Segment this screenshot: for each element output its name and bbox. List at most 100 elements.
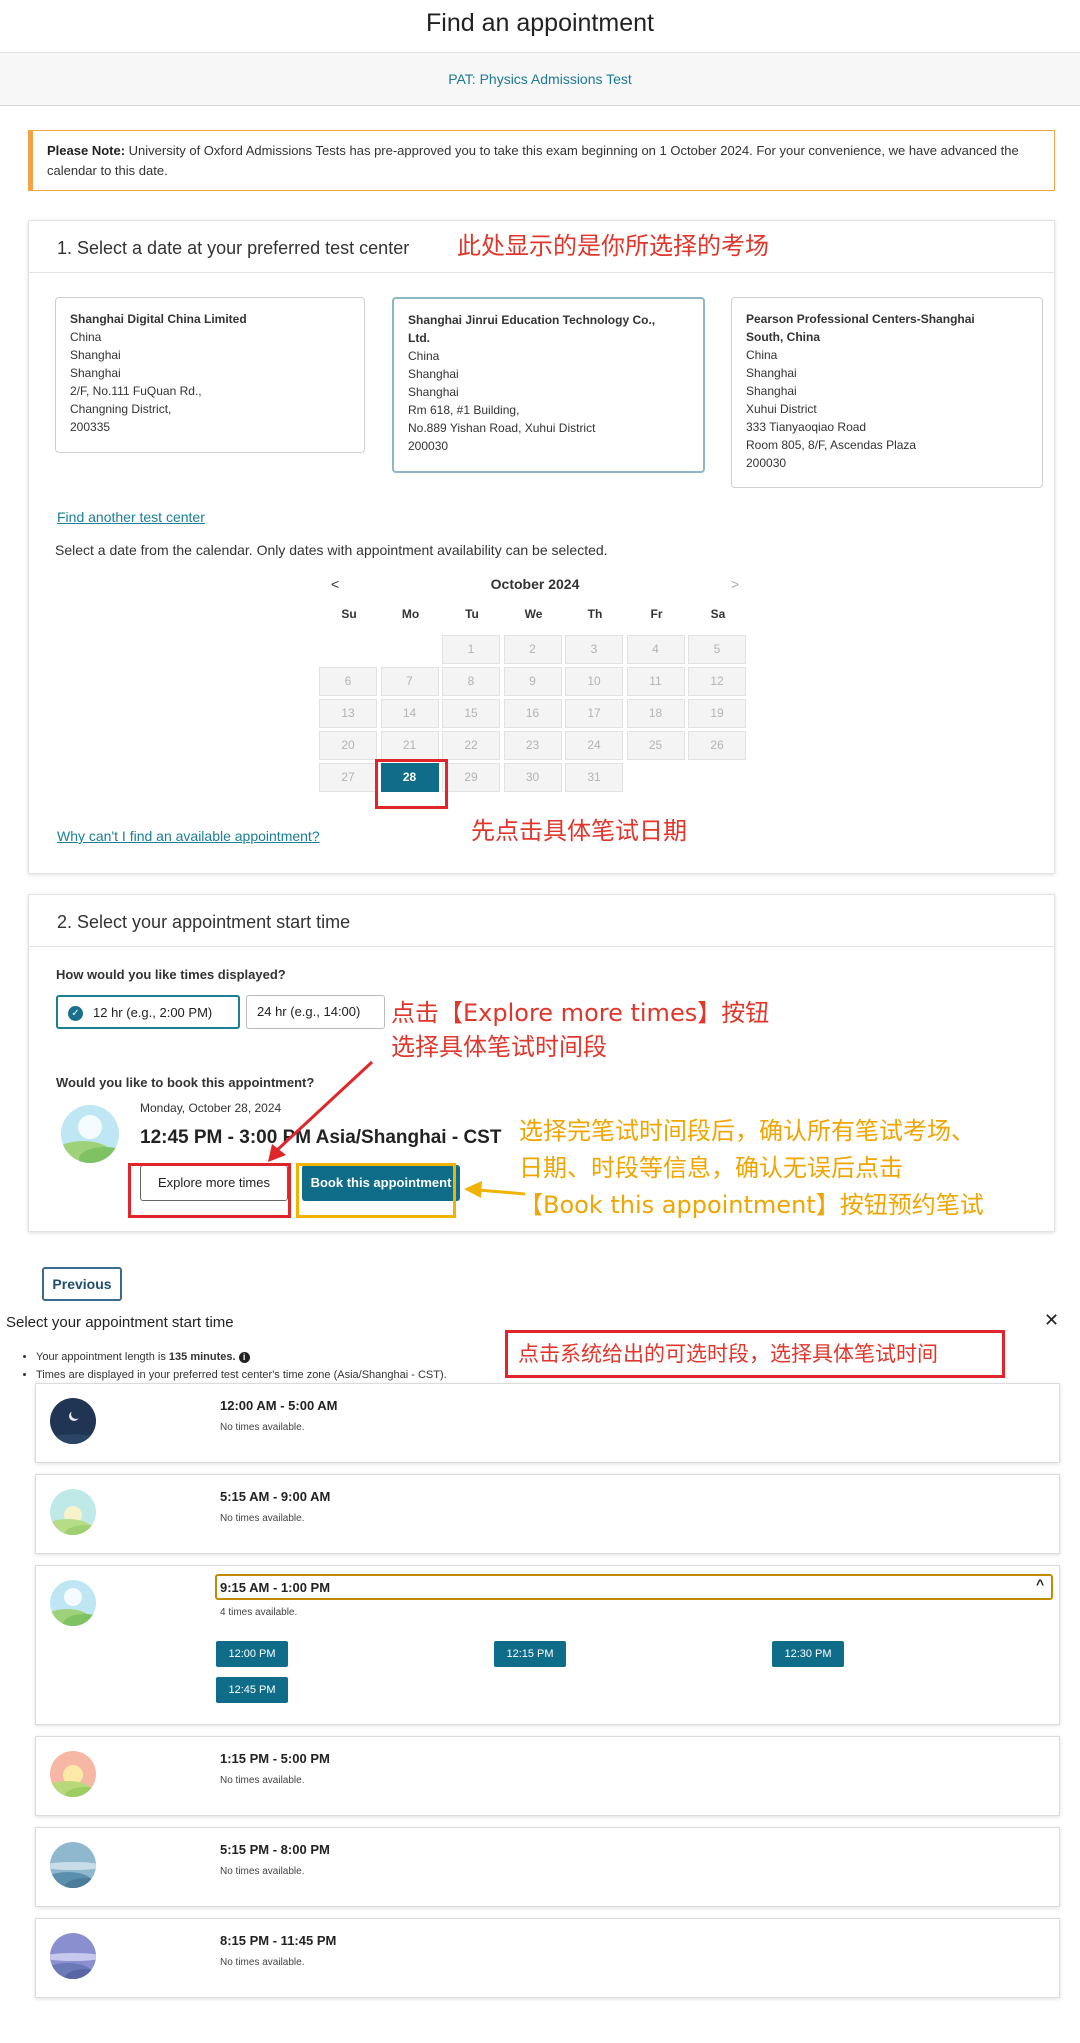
chevron-up-icon[interactable]: ^ <box>1036 1576 1044 1592</box>
test-center-card-0[interactable]: Shanghai Digital China Limited China Sha… <box>55 297 365 453</box>
calendar-day: 27 <box>319 763 377 792</box>
previous-button[interactable]: Previous <box>42 1267 122 1301</box>
center-line: Room 805, 8/F, Ascendas Plaza <box>746 438 917 452</box>
center-name-2: Ltd. <box>408 331 430 345</box>
center-name-2: South, China <box>746 330 820 344</box>
close-icon[interactable]: ✕ <box>1044 1310 1059 1331</box>
center-line: 200335 <box>70 420 111 434</box>
time-slot-early-morning[interactable]: 5:15 AM - 9:00 AM No times available. <box>35 1474 1060 1554</box>
center-line: Shanghai <box>746 384 797 398</box>
slot-header-focused[interactable] <box>215 1574 1053 1600</box>
time-button-1200[interactable]: 12:00 PM <box>216 1641 288 1667</box>
center-line: 200030 <box>746 456 787 470</box>
highlight-date-box <box>375 759 448 809</box>
panel-info-list: Your appointment length is 135 minutes. … <box>20 1348 447 1384</box>
length-text: Your appointment length is <box>36 1351 169 1363</box>
calendar-day: 31 <box>565 763 623 792</box>
appointment-time: 12:45 PM - 3:00 PM Asia/Shanghai - CST <box>140 1127 502 1148</box>
slot-range: 12:00 AM - 5:00 AM <box>220 1398 338 1413</box>
center-line: Rm 618, #1 Building, <box>408 403 520 417</box>
weekday-label: Su <box>341 607 357 621</box>
late-evening-icon <box>50 1933 96 1979</box>
time-button-1245[interactable]: 12:45 PM <box>216 1677 288 1703</box>
time-slot-afternoon[interactable]: 1:15 PM - 5:00 PM No times available. <box>35 1736 1060 1816</box>
slot-range: 1:15 PM - 5:00 PM <box>220 1751 330 1766</box>
center-line: Shanghai <box>70 348 121 362</box>
test-center-list: Shanghai Digital China Limited China Sha… <box>55 297 1043 497</box>
format-12hr-option[interactable]: ✓ 12 hr (e.g., 2:00 PM) <box>56 995 240 1029</box>
center-line: 2/F, No.111 FuQuan Rd., <box>70 384 202 398</box>
annotation-explore-1: 点击【Explore more times】按钮 <box>391 999 770 1027</box>
center-line: No.889 Yishan Road, Xuhui District <box>408 421 596 435</box>
calendar-day: 4 <box>626 635 685 664</box>
calendar-day: 22 <box>442 731 500 760</box>
slot-availability: No times available. <box>220 1422 305 1433</box>
annotation-panel: 点击系统给出的可选时段，选择具体笔试时间 <box>505 1330 1005 1378</box>
time-slot-late-evening[interactable]: 8:15 PM - 11:45 PM No times available. <box>35 1918 1060 1998</box>
section1-header: 1. Select a date at your preferred test … <box>29 221 1054 273</box>
weekday-label: We <box>524 607 543 621</box>
center-name: Pearson Professional Centers-Shanghai <box>746 312 975 326</box>
find-another-center-link[interactable]: Find another test center <box>57 509 205 525</box>
calendar-day: 5 <box>688 635 746 664</box>
calendar-day: 3 <box>565 635 623 664</box>
calendar-next-button[interactable]: > <box>731 576 739 592</box>
exam-name-bar: PAT: Physics Admissions Test <box>0 52 1080 106</box>
calendar-day: 10 <box>565 667 623 696</box>
slot-range: 5:15 PM - 8:00 PM <box>220 1842 330 1857</box>
center-line: 333 Tianyaoqiao Road <box>746 420 867 434</box>
night-moon-icon <box>50 1398 96 1444</box>
format-24hr-label: 24 hr (e.g., 14:00) <box>257 1004 361 1019</box>
center-line: 200030 <box>408 439 449 453</box>
annotation-explore-2: 选择具体笔试时间段 <box>391 1033 607 1061</box>
center-line: China <box>408 349 440 363</box>
calendar-day: 18 <box>626 699 685 728</box>
info-icon[interactable]: i <box>238 1351 250 1363</box>
slot-availability: No times available. <box>220 1957 305 1968</box>
time-slot-evening[interactable]: 5:15 PM - 8:00 PM No times available. <box>35 1827 1060 1907</box>
morning-sun-icon <box>50 1580 96 1626</box>
check-icon: ✓ <box>68 1006 83 1022</box>
appointment-date: Monday, October 28, 2024 <box>140 1101 282 1115</box>
center-line: Xuhui District <box>746 402 817 416</box>
center-name: Shanghai Digital China Limited <box>70 312 247 326</box>
calendar-day: 29 <box>442 763 500 792</box>
weekday-label: Mo <box>401 607 420 621</box>
slot-availability: No times available. <box>220 1866 305 1877</box>
why-no-appointment-link[interactable]: Why can't I find an available appointmen… <box>57 828 320 844</box>
calendar-day: 26 <box>688 731 746 760</box>
calendar-day: 21 <box>380 731 439 760</box>
center-line: China <box>70 330 102 344</box>
calendar-day: 13 <box>319 699 377 728</box>
slot-availability: 4 times available. <box>220 1607 298 1618</box>
calendar: < October 2024 > Su Mo Tu We Th Fr Sa 12345678… <box>319 573 751 792</box>
annotation-book-1: 选择完笔试时间段后，确认所有笔试考场、 <box>519 1117 975 1145</box>
appointment-length-item: Your appointment length is 135 minutes. … <box>36 1348 447 1366</box>
calendar-month-label: October 2024 <box>490 576 580 592</box>
slot-range: 8:15 PM - 11:45 PM <box>220 1933 337 1948</box>
weekday-label: Th <box>587 607 603 621</box>
weekday-label: Fr <box>650 607 663 621</box>
highlight-explore-box <box>128 1163 291 1218</box>
time-button-1215[interactable]: 12:15 PM <box>494 1641 566 1667</box>
time-slot-night[interactable]: 12:00 AM - 5:00 AM No times available. <box>35 1383 1060 1463</box>
center-name: Shanghai Jinrui Education Technology Co.… <box>408 313 656 327</box>
section2-header: 2. Select your appointment start time <box>29 895 1054 947</box>
page-title: Find an appointment <box>426 9 654 37</box>
time-slot-morning-expanded[interactable]: 9:15 AM - 1:00 PM ^ 4 times available. 1… <box>35 1565 1060 1725</box>
test-center-card-2[interactable]: Pearson Professional Centers-Shanghai So… <box>731 297 1043 488</box>
timezone-item: Times are displayed in your preferred te… <box>36 1366 447 1384</box>
note-label: Please Note: <box>47 143 126 158</box>
calendar-day: 15 <box>442 699 500 728</box>
highlight-book-box <box>296 1163 456 1218</box>
annotation-book-3: 【Book this appointment】按钮预约笔试 <box>519 1191 984 1219</box>
note-text: University of Oxford Admissions Tests ha… <box>47 143 1019 178</box>
time-button-1230[interactable]: 12:30 PM <box>772 1641 844 1667</box>
annotation-click-date: 先点击具体笔试日期 <box>471 817 687 845</box>
test-center-card-1-selected[interactable]: Shanghai Jinrui Education Technology Co.… <box>392 297 705 473</box>
slot-availability: No times available. <box>220 1775 305 1786</box>
slot-availability: No times available. <box>220 1513 305 1524</box>
afternoon-sun-icon <box>50 1751 96 1797</box>
calendar-day: 2 <box>503 635 562 664</box>
format-24hr-option[interactable]: 24 hr (e.g., 14:00) <box>246 995 385 1029</box>
